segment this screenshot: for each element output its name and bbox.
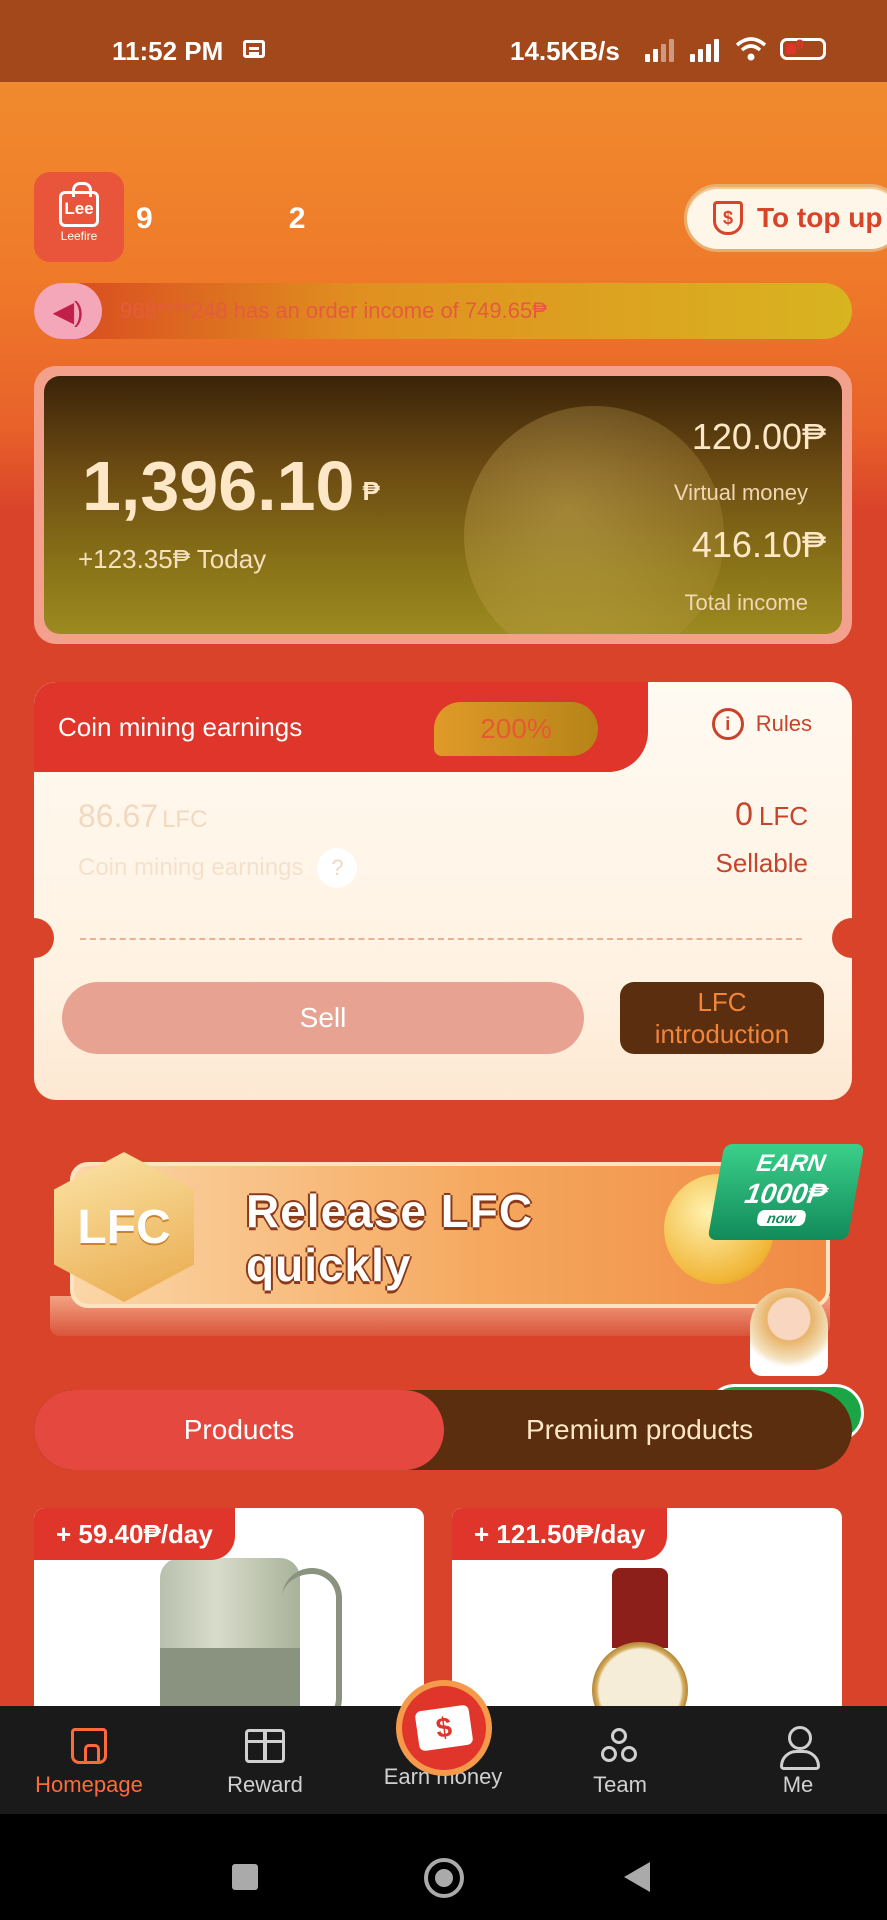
sell-button[interactable]: Sell: [62, 982, 584, 1054]
home-button-icon[interactable]: [424, 1858, 464, 1898]
mining-title: Coin mining earnings: [58, 712, 303, 742]
network-speed: 14.5KB/s: [510, 36, 620, 66]
ticket-notch: [832, 918, 852, 958]
virtual-money-label: Virtual money: [673, 480, 808, 505]
mining-header: Coin mining earnings 200%: [34, 682, 648, 772]
user-id-end: 2: [288, 202, 307, 235]
speaker-icon: ◀): [34, 283, 102, 339]
virtual-money-amount: 120.00₱: [691, 416, 826, 457]
tab-products[interactable]: Products: [34, 1390, 444, 1470]
mining-earnings-amount: 86.67 LFC: [78, 798, 208, 834]
lfc-introduction-button[interactable]: LFC introduction: [620, 982, 824, 1054]
mining-earnings-label: Coin mining earnings ?: [78, 848, 358, 888]
product-tabs: Products Premium products: [34, 1390, 852, 1470]
signal-icon: [645, 38, 674, 62]
user-icon: [780, 1726, 820, 1770]
tab-premium-products[interactable]: Premium products: [526, 1414, 753, 1446]
avatar: [750, 1288, 828, 1376]
user-id-start: 9: [136, 202, 154, 235]
announcement-bar[interactable]: ◀) 968****248 has an order income of 749…: [34, 283, 852, 339]
sellable-amount: 0 LFC: [735, 796, 808, 832]
top-up-button[interactable]: $ To top up: [684, 184, 887, 252]
ticket-notch: [34, 918, 54, 958]
info-icon: i: [711, 708, 744, 740]
system-navigation-bar: [0, 1814, 887, 1920]
rules-label: Rules: [755, 711, 812, 736]
total-income-label: Total income: [684, 590, 808, 615]
wifi-icon: [735, 37, 767, 61]
battery-level: 9: [796, 36, 804, 52]
back-icon[interactable]: [624, 1862, 650, 1892]
rules-button[interactable]: i Rules: [711, 708, 812, 740]
total-income-amount: 416.10₱: [691, 524, 826, 565]
earn-badge: EARN 1000₱ now: [707, 1144, 865, 1240]
brand-name: Leefire: [60, 229, 98, 243]
home-icon: [71, 1728, 107, 1764]
team-icon: [601, 1728, 639, 1764]
daily-income-tag: + 121.50₱/day: [452, 1508, 668, 1560]
earn-money-button[interactable]: $: [396, 1680, 492, 1776]
daily-income-tag: + 59.40₱/day: [34, 1508, 235, 1560]
sellable-label: Sellable: [715, 848, 808, 878]
banner-headline: Release LFC quickly: [246, 1185, 534, 1291]
watch-image: [592, 1568, 688, 1708]
user-id: 92: [136, 202, 306, 236]
shield-dollar-icon: $: [713, 201, 743, 235]
mining-rate-badge: 200%: [434, 702, 598, 756]
recents-icon[interactable]: [232, 1864, 258, 1890]
status-bar: 11:52 PM 14.5KB/s 9: [0, 0, 887, 82]
peso-symbol: ₱: [362, 476, 380, 507]
clock: 11:52 PM: [112, 36, 224, 66]
nav-me[interactable]: Me: [723, 1724, 873, 1798]
thermos-bottle-image: [160, 1558, 342, 1708]
balance-card: 1,396.10 ₱ +123.35₱ Today 120.00₱ Virtual…: [34, 366, 852, 644]
message-icon: [243, 40, 265, 58]
balance-amount: 1,396.10 ₱: [82, 447, 380, 525]
bag-icon: Lee: [59, 182, 99, 227]
signal-icon: [690, 38, 719, 62]
nav-reward[interactable]: Reward: [190, 1724, 340, 1798]
nav-homepage[interactable]: Homepage: [14, 1724, 164, 1798]
top-up-label: To top up: [757, 202, 883, 233]
product-card[interactable]: + 59.40₱/day: [34, 1508, 424, 1708]
gift-icon: [245, 1729, 285, 1763]
today-income: +123.35₱ Today: [78, 544, 267, 574]
help-icon[interactable]: ?: [317, 848, 358, 888]
product-card[interactable]: + 121.50₱/day: [452, 1508, 842, 1708]
app-logo: Lee Leefire: [34, 172, 124, 262]
money-bill-icon: $: [414, 1704, 474, 1752]
nav-team[interactable]: Team: [545, 1724, 695, 1798]
coin-mining-card: Coin mining earnings 200% i Rules 86.67 L…: [34, 682, 852, 1100]
announcement-text: 968****248 has an order income of 749.65…: [120, 298, 547, 323]
divider: [80, 938, 802, 940]
